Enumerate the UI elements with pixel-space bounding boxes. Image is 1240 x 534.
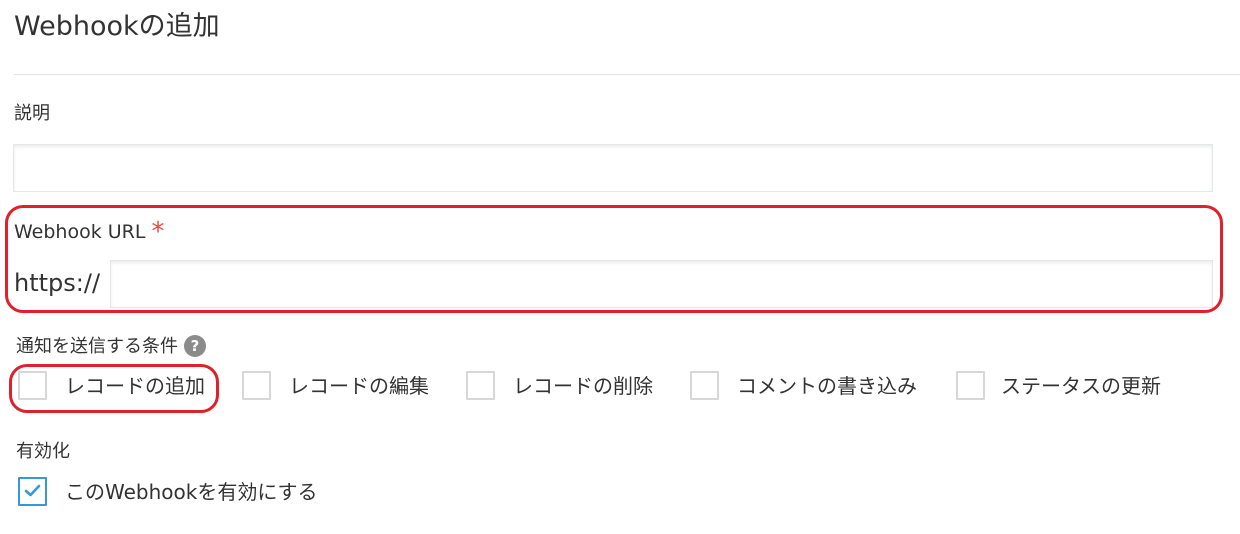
- checkbox-record-add[interactable]: [18, 371, 47, 400]
- condition-label: レコードの編集: [289, 373, 429, 398]
- condition-record-edit[interactable]: レコードの編集: [242, 371, 429, 400]
- condition-comment-post[interactable]: コメントの書き込み: [690, 371, 917, 400]
- checkbox-enable-webhook[interactable]: [18, 477, 47, 506]
- webhook-url-label-row: Webhook URL *: [14, 217, 165, 247]
- checkbox-record-edit[interactable]: [242, 371, 271, 400]
- url-prefix: https://: [14, 269, 101, 297]
- description-label: 説明: [14, 103, 50, 124]
- condition-label: コメントの書き込み: [737, 373, 917, 398]
- condition-status-update[interactable]: ステータスの更新: [956, 371, 1161, 400]
- checkbox-status-update[interactable]: [956, 371, 985, 400]
- checkbox-record-delete[interactable]: [466, 371, 495, 400]
- checkbox-comment-post[interactable]: [690, 371, 719, 400]
- webhook-url-label: Webhook URL: [14, 221, 146, 243]
- condition-record-delete[interactable]: レコードの削除: [466, 371, 653, 400]
- checkmark-icon: [24, 484, 41, 497]
- title-divider: [14, 74, 1240, 75]
- description-input[interactable]: [13, 144, 1213, 192]
- enable-option-label: このWebhookを有効にする: [65, 479, 318, 504]
- condition-label: ステータスの更新: [1001, 373, 1161, 398]
- condition-record-add[interactable]: レコードの追加: [18, 371, 205, 400]
- condition-label: レコードの削除: [513, 373, 653, 398]
- webhook-url-input[interactable]: [110, 260, 1213, 308]
- condition-label: レコードの追加: [65, 373, 205, 398]
- required-mark: *: [151, 217, 165, 247]
- page-title: Webhookの追加: [14, 11, 220, 42]
- enable-label: 有効化: [16, 441, 70, 462]
- conditions-label: 通知を送信する条件: [16, 336, 178, 357]
- conditions-label-row: 通知を送信する条件?: [16, 335, 206, 359]
- enable-webhook-option[interactable]: このWebhookを有効にする: [18, 477, 318, 506]
- question-circle-icon[interactable]: ?: [184, 335, 206, 357]
